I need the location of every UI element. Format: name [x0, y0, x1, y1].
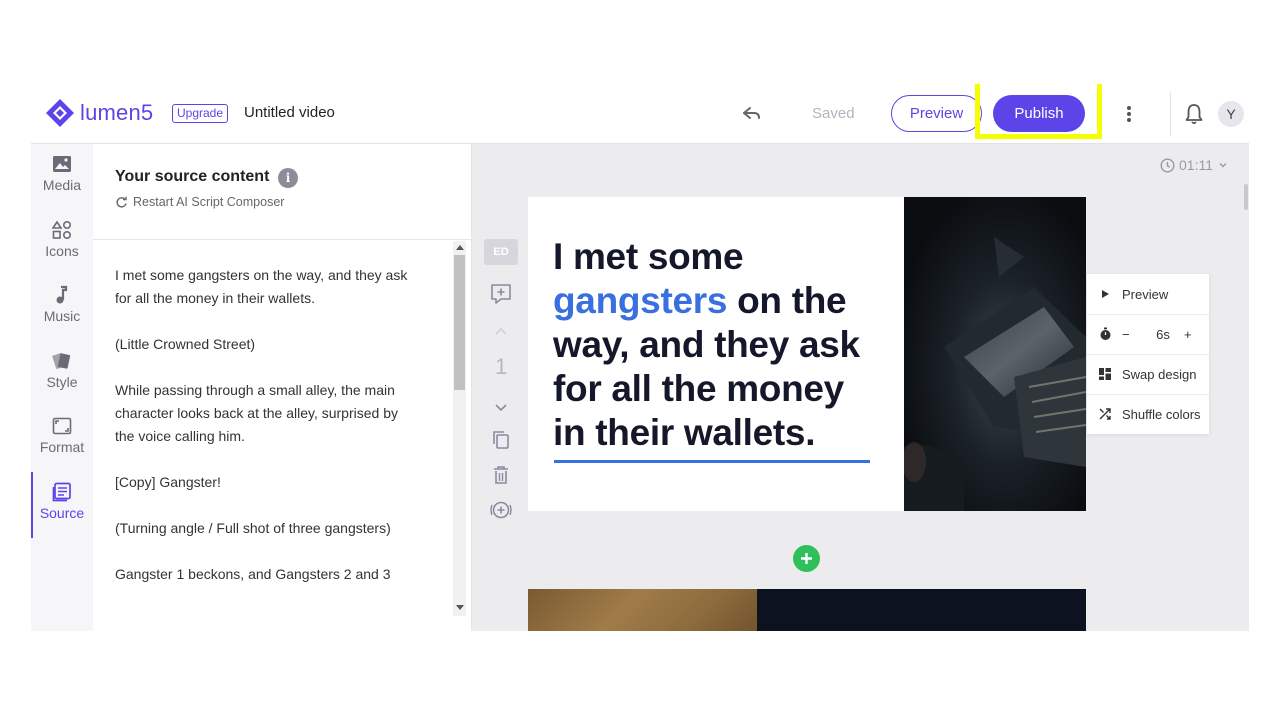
sidebar-item-icons[interactable]: Icons	[31, 220, 93, 280]
storyboard-editor: 01:11 ED 1 I met some gangsters on the w…	[472, 144, 1249, 631]
add-scene-icon[interactable]	[488, 497, 514, 523]
stopwatch-icon	[1100, 327, 1110, 340]
palette-icon	[52, 353, 71, 369]
user-avatar[interactable]: Y	[1218, 101, 1244, 127]
slide-line: for all the money	[553, 368, 844, 409]
scene-slide-2[interactable]	[528, 589, 1086, 631]
scene-badge: ED	[484, 239, 518, 265]
source-panel-title: Your source content	[115, 168, 270, 185]
slide-underline	[554, 460, 870, 463]
more-options-icon[interactable]	[1121, 102, 1137, 126]
shapes-icon	[52, 220, 72, 240]
scene-number: 1	[495, 354, 508, 379]
scene-duration-value: 6s	[1156, 326, 1170, 342]
menu-item-label: Shuffle colors	[1122, 406, 1201, 422]
panel-divider	[93, 239, 471, 240]
video-title[interactable]: Untitled video	[244, 104, 335, 121]
source-panel: Your source content i Restart AI Script …	[93, 144, 472, 631]
menu-item-label: Swap design	[1122, 366, 1197, 382]
scroll-up-arrow-icon[interactable]	[456, 245, 464, 250]
sidebar-item-music[interactable]: Music	[31, 285, 93, 345]
sidebar-item-media[interactable]: Media	[31, 154, 93, 214]
sidebar-item-source[interactable]: Source	[31, 472, 93, 538]
restart-ai-script-composer-link[interactable]: Restart AI Script Composer	[115, 195, 284, 209]
slide-line: way, and they ask	[553, 324, 860, 365]
shuffle-icon	[1099, 408, 1111, 420]
sidebar-item-label: Media	[42, 177, 82, 193]
sidebar-item-format[interactable]: Format	[31, 416, 93, 476]
menu-item-swap-design[interactable]: Swap design	[1087, 354, 1209, 394]
duplicate-icon[interactable]	[488, 427, 514, 453]
chevron-down-icon	[1219, 163, 1227, 168]
left-sidebar: Media Icons Music Style Format Source	[31, 144, 94, 631]
duration-increase-button[interactable]: +	[1184, 327, 1192, 342]
slide-background-image	[528, 589, 757, 631]
undo-icon[interactable]	[738, 102, 764, 124]
source-paragraph[interactable]: [Copy] Gangster!	[115, 471, 420, 494]
top-header: lumen5 Upgrade Untitled video Saved Prev…	[31, 84, 1249, 144]
duration-decrease-button[interactable]: −	[1122, 327, 1142, 342]
scene-slide[interactable]: I met some gangsters on the way, and they …	[528, 197, 1086, 511]
plus-icon	[801, 553, 812, 564]
scroll-down-arrow-icon[interactable]	[456, 605, 464, 610]
sidebar-item-label: Music	[43, 308, 81, 324]
slide-line: in their wallets.	[553, 412, 816, 453]
source-paragraph[interactable]: (Turning angle / Full shot of three gang…	[115, 517, 420, 540]
play-icon	[1102, 290, 1109, 298]
slide-line: on the	[727, 280, 847, 321]
sidebar-item-label: Icons	[45, 243, 79, 259]
upgrade-badge[interactable]: Upgrade	[172, 104, 229, 123]
menu-item-duration: − 6s +	[1087, 314, 1209, 354]
editor-scrollbar-thumb[interactable]	[1244, 184, 1248, 210]
source-paragraph[interactable]: I met some gangsters on the way, and the…	[115, 264, 420, 310]
info-icon[interactable]: i	[278, 168, 298, 188]
save-status: Saved	[812, 105, 855, 122]
duration-value: 01:11	[1179, 157, 1213, 173]
move-down-icon[interactable]	[488, 394, 514, 420]
lumen5-logo-icon[interactable]	[44, 97, 76, 129]
scene-context-menu: Preview − 6s + Swap design Shuffle color…	[1087, 274, 1209, 434]
image-icon	[53, 156, 71, 172]
source-text-editor[interactable]: I met some gangsters on the way, and the…	[115, 264, 420, 609]
header-divider	[1170, 92, 1171, 136]
source-paragraph[interactable]: While passing through a small alley, the…	[115, 379, 420, 448]
slide-line: I met some	[553, 236, 744, 277]
move-up-icon[interactable]	[488, 319, 514, 345]
sidebar-item-label: Source	[39, 505, 85, 521]
slide-background-image[interactable]	[904, 197, 1086, 511]
preview-button[interactable]: Preview	[891, 95, 982, 132]
add-scene-button[interactable]	[793, 545, 820, 572]
annotation-highlight-box	[975, 84, 1102, 139]
menu-item-shuffle-colors[interactable]: Shuffle colors	[1087, 394, 1209, 434]
sidebar-item-style[interactable]: Style	[31, 351, 93, 411]
brand-name[interactable]: lumen5	[80, 100, 153, 126]
restart-label: Restart AI Script Composer	[133, 195, 285, 209]
active-indicator	[31, 472, 33, 538]
dark-scene-photo	[904, 197, 1086, 511]
clock-icon	[1160, 157, 1175, 173]
sidebar-item-label: Style	[46, 374, 78, 390]
slide-headline[interactable]: I met some gangsters on the way, and they …	[553, 235, 893, 455]
app-window: lumen5 Upgrade Untitled video Saved Prev…	[31, 84, 1249, 631]
notification-bell-icon[interactable]	[1184, 102, 1204, 126]
layout-grid-icon	[1099, 368, 1111, 380]
slide-highlight-word: gangsters	[553, 280, 728, 321]
video-duration[interactable]: 01:11	[1160, 157, 1229, 173]
source-scrollbar[interactable]	[453, 241, 466, 616]
scrollbar-thumb[interactable]	[454, 255, 465, 390]
delete-icon[interactable]	[488, 462, 514, 488]
add-text-icon[interactable]	[488, 281, 514, 307]
menu-item-label: Preview	[1122, 286, 1169, 302]
document-icon	[52, 482, 71, 502]
format-icon	[52, 417, 72, 435]
menu-item-preview[interactable]: Preview	[1087, 274, 1209, 314]
music-note-icon	[56, 285, 68, 304]
refresh-icon	[116, 196, 127, 207]
sidebar-item-label: Format	[39, 439, 85, 455]
source-paragraph[interactable]: Gangster 1 beckons, and Gangsters 2 and …	[115, 563, 420, 586]
source-paragraph[interactable]: (Little Crowned Street)	[115, 333, 420, 356]
